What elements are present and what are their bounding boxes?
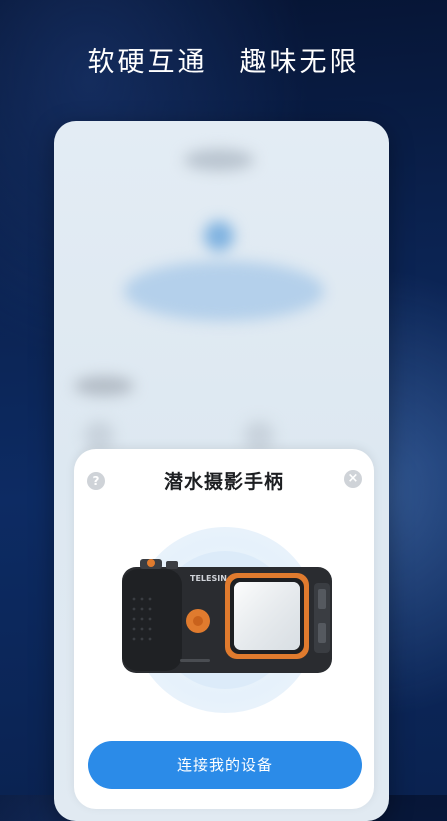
close-icon[interactable]: × — [344, 470, 362, 488]
device-brand-label: TELESIN — [190, 574, 227, 583]
dive-grip-device-image: TELESIN — [122, 559, 332, 673]
headline-part-1: 软硬互通 — [87, 47, 208, 78]
promo-headline: 软硬互通 趣味无限 — [0, 40, 447, 79]
connect-device-button[interactable]: 连接我的设备 — [88, 741, 362, 789]
sheet-title: 潜水摄影手柄 — [163, 471, 284, 493]
device-bottom-sheet: ? 潜水摄影手柄 × TELESIN 连接我的设备 — [74, 449, 374, 809]
headline-part-2: 趣味无限 — [239, 47, 360, 78]
